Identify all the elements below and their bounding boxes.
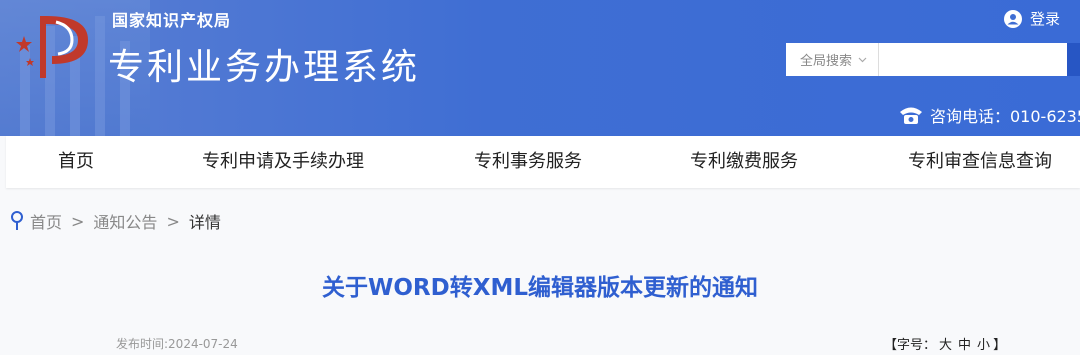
search-input[interactable] (878, 43, 1067, 76)
font-size-prefix: 【字号： (884, 338, 937, 353)
breadcrumb-section[interactable]: 通知公告 (93, 209, 157, 233)
search-scope-select[interactable]: 全局搜索 (786, 43, 879, 76)
font-size-medium-button[interactable]: 中 (958, 338, 971, 353)
nav-item-fees[interactable]: 专利缴费服务 (690, 136, 798, 188)
user-icon (1004, 9, 1022, 28)
system-name: 专利业务办理系统 (108, 47, 421, 88)
font-size-small-button[interactable]: 小 (977, 338, 990, 353)
telephone-icon (900, 107, 922, 124)
main-nav: 首页 专利申请及手续办理 专利事务服务 专利缴费服务 专利审查信息查询 (6, 136, 1080, 188)
site-header: 国家知识产权局 专利业务办理系统 登录 全局搜索 咨询电话：010-62356 (0, 0, 1080, 136)
breadcrumb-home[interactable]: 首页 (30, 209, 62, 233)
search-button[interactable] (1066, 43, 1080, 76)
font-size-large-button[interactable]: 大 (939, 338, 952, 353)
phone-label: 咨询电话：010-62356 (930, 107, 1080, 126)
cnipa-logo-icon (16, 16, 88, 78)
font-size-suffix: 】 (993, 338, 1007, 353)
breadcrumb: 首页 > 通知公告 > 详情 (10, 209, 221, 233)
nav-item-examination[interactable]: 专利审查信息查询 (908, 136, 1052, 188)
nav-item-home[interactable]: 首页 (58, 136, 94, 188)
chevron-down-icon (858, 57, 867, 62)
article-title: 关于WORD转XML编辑器版本更新的通知 (321, 275, 758, 301)
breadcrumb-separator: > (71, 211, 85, 231)
org-name: 国家知识产权局 (112, 11, 232, 30)
login-button[interactable]: 登录 (1004, 8, 1060, 29)
login-label: 登录 (1030, 10, 1061, 28)
nav-item-application[interactable]: 专利申请及手续办理 (202, 136, 364, 188)
breadcrumb-current: 详情 (188, 213, 221, 232)
search-scope-label: 全局搜索 (800, 54, 853, 69)
breadcrumb-separator: > (166, 211, 180, 231)
global-search: 全局搜索 (786, 43, 1080, 76)
nav-item-affairs[interactable]: 专利事务服务 (474, 136, 582, 188)
font-size-switcher: 【字号：大中小】 (884, 334, 1006, 353)
consult-phone: 咨询电话：010-62356 (898, 103, 1080, 127)
publish-time: 发布时间:2024-07-24 (116, 337, 238, 351)
location-pin-icon (11, 211, 23, 230)
